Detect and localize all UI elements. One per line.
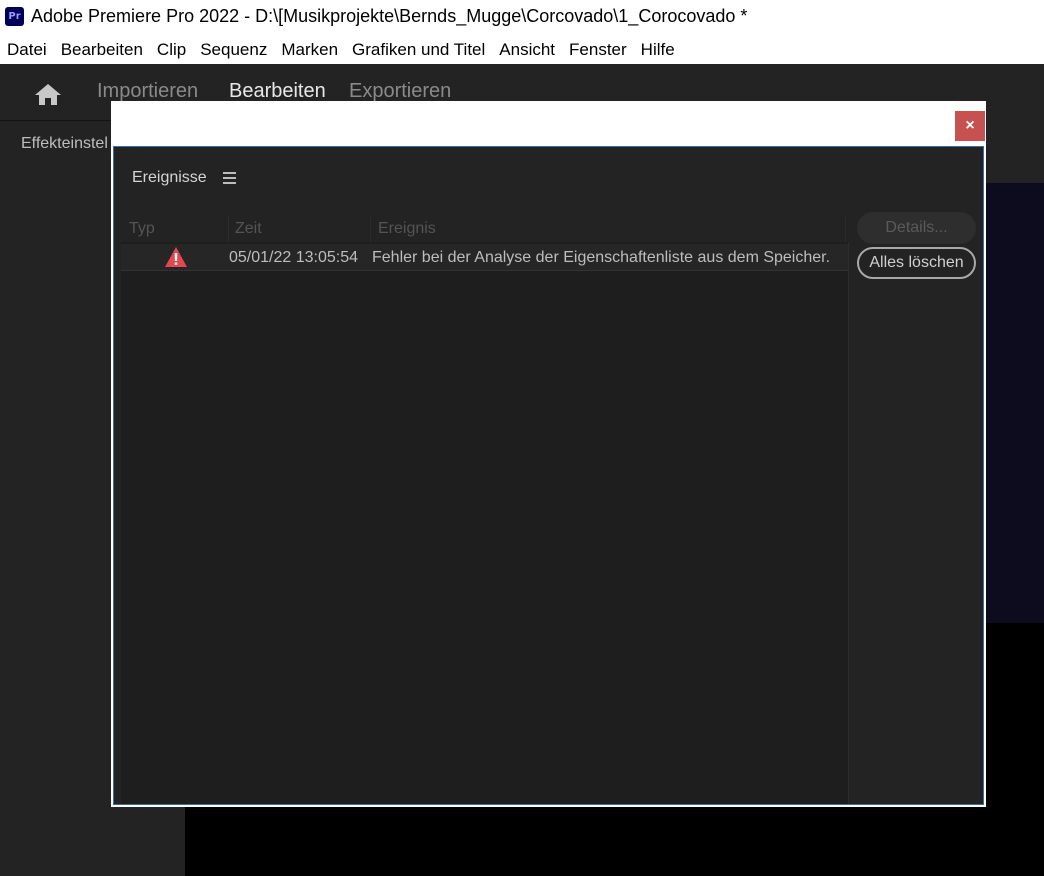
panel-menu-icon[interactable]	[223, 172, 236, 184]
program-monitor-preview	[985, 183, 1044, 623]
window-title: Adobe Premiere Pro 2022 - D:\[Musikproje…	[31, 6, 748, 26]
program-monitor-header	[985, 120, 1044, 183]
premiere-app-icon: Pr	[5, 7, 24, 26]
column-header-typ[interactable]: Typ	[129, 220, 155, 238]
menu-grafiken-und-titel[interactable]: Grafiken und Titel	[352, 40, 485, 60]
panel-title-effekteinstellungen[interactable]: Effekteinstel	[21, 135, 108, 153]
column-divider	[845, 216, 846, 242]
events-panel-title: Ereignisse	[132, 169, 207, 186]
column-divider	[228, 216, 229, 242]
event-message: Fehler bei der Analyse der Eigenschaften…	[372, 249, 831, 266]
column-header-zeit[interactable]: Zeit	[235, 220, 262, 238]
event-time: 05/01/22 13:05:54	[229, 249, 359, 266]
events-list[interactable]	[121, 242, 849, 804]
menu-marken[interactable]: Marken	[281, 40, 338, 60]
details-button[interactable]: Details...	[857, 212, 976, 244]
tab-exportieren[interactable]: Exportieren	[349, 80, 451, 103]
menu-sequenz[interactable]: Sequenz	[200, 40, 267, 60]
warning-icon	[165, 247, 187, 267]
clear-all-button[interactable]: Alles löschen	[857, 247, 976, 279]
title-bar: Pr Adobe Premiere Pro 2022 - D:\[Musikpr…	[0, 0, 1044, 36]
menu-hilfe[interactable]: Hilfe	[641, 40, 675, 60]
menu-bar: Datei Bearbeiten Clip Sequenz Marken Gra…	[0, 36, 1044, 64]
menu-bearbeiten[interactable]: Bearbeiten	[61, 40, 143, 60]
menu-datei[interactable]: Datei	[7, 40, 47, 60]
tab-bearbeiten[interactable]: Bearbeiten	[229, 80, 326, 103]
close-button[interactable]: ×	[955, 111, 985, 141]
tab-importieren[interactable]: Importieren	[97, 80, 198, 103]
menu-fenster[interactable]: Fenster	[569, 40, 627, 60]
menu-clip[interactable]: Clip	[157, 40, 186, 60]
column-divider	[370, 216, 371, 242]
column-header-ereignis[interactable]: Ereignis	[378, 220, 436, 238]
home-icon[interactable]	[34, 82, 62, 106]
menu-ansicht[interactable]: Ansicht	[499, 40, 555, 60]
